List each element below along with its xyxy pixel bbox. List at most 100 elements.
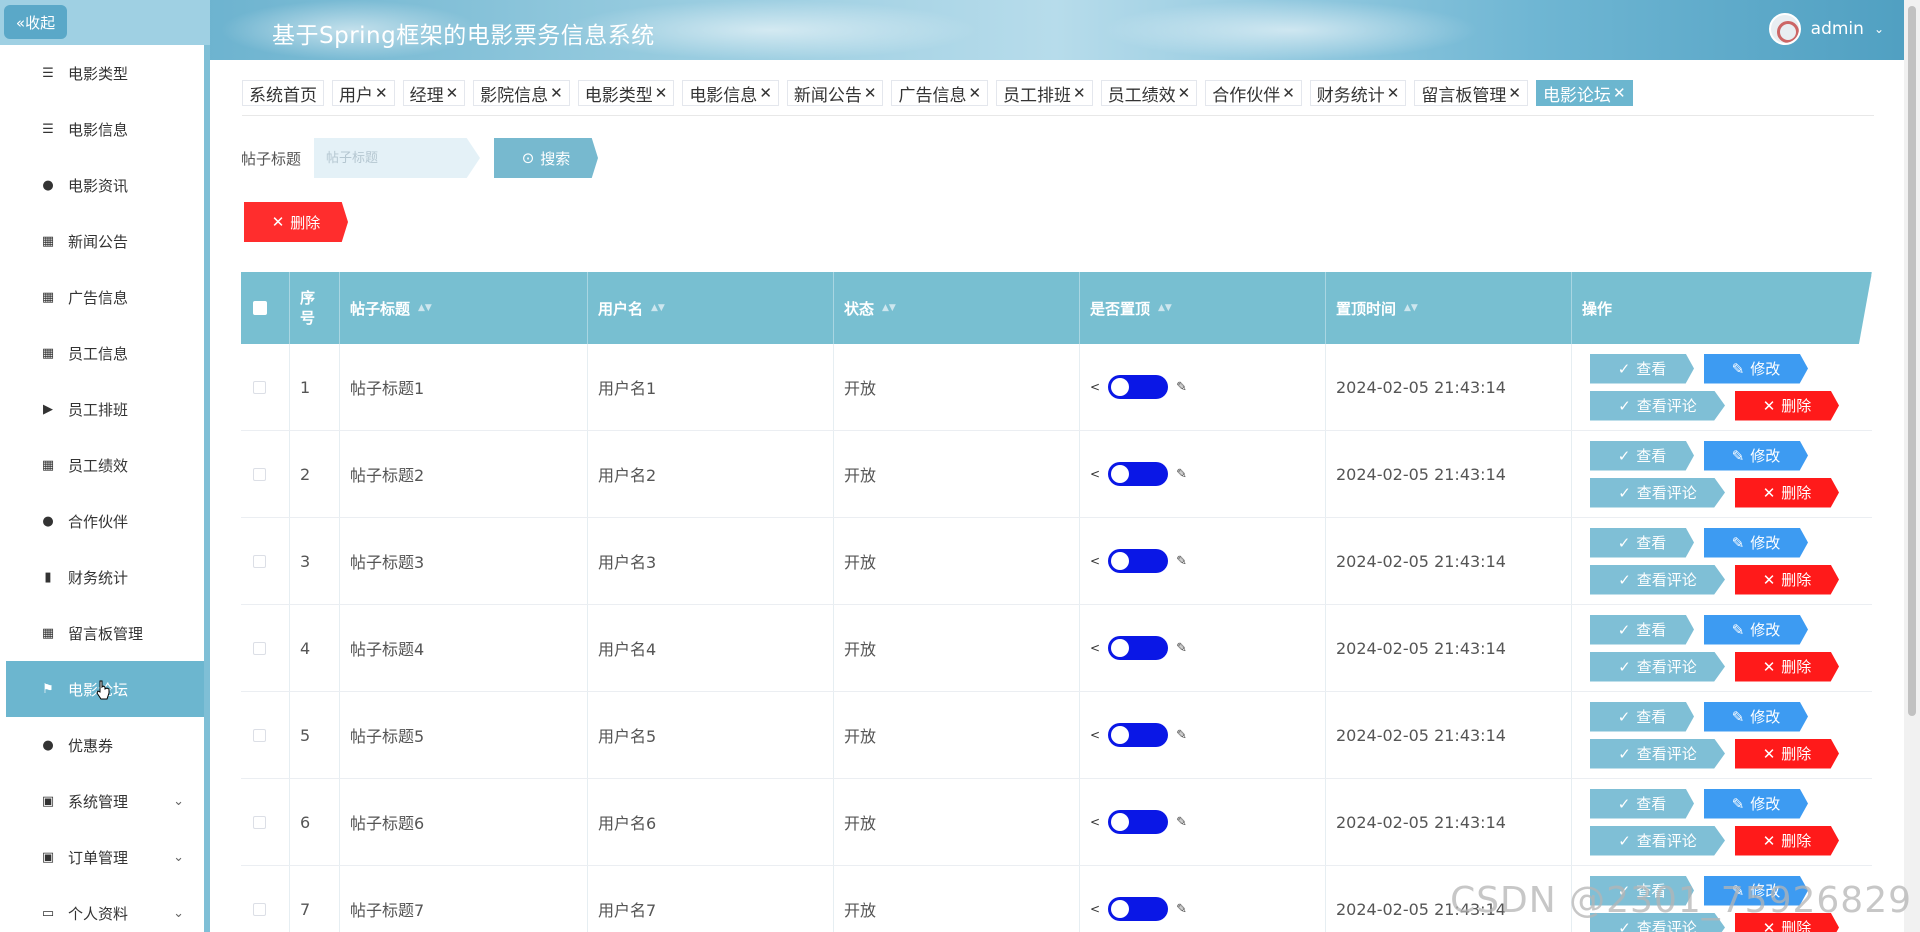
tab-item[interactable]: 合作伙伴 ✕: [1205, 80, 1302, 106]
edit-button[interactable]: ✎ 修改: [1704, 353, 1808, 384]
tab-item[interactable]: 用户 ✕: [332, 80, 395, 106]
header-title[interactable]: 帖子标题 ▲▼: [340, 272, 588, 344]
sidebar-scrollbar[interactable]: [204, 350, 210, 930]
edit-button[interactable]: ✎ 修改: [1704, 701, 1808, 732]
close-icon[interactable]: ✕: [1073, 84, 1086, 102]
sidebar-item[interactable]: ▣ 订单管理 ⌄: [6, 829, 204, 885]
row-select-cell[interactable]: [241, 605, 290, 691]
tab-item[interactable]: 财务统计 ✕: [1309, 80, 1407, 106]
tab-item[interactable]: 影院信息 ✕: [473, 80, 570, 106]
edit-button[interactable]: ✎ 修改: [1704, 440, 1808, 471]
select-all-cell[interactable]: [241, 272, 290, 344]
sidebar-item[interactable]: ▦ 员工信息: [6, 325, 204, 381]
search-input[interactable]: [314, 138, 480, 178]
select-all-checkbox[interactable]: [253, 301, 267, 315]
tab-item[interactable]: 系统首页: [242, 80, 324, 106]
sidebar-item[interactable]: ☰ 电影类型: [6, 45, 204, 101]
pinned-toggle[interactable]: [1108, 897, 1169, 921]
edit-button[interactable]: ✎ 修改: [1704, 788, 1808, 819]
row-delete-button[interactable]: ✕ 删除: [1735, 477, 1839, 508]
edit-button[interactable]: ✎ 修改: [1704, 614, 1808, 645]
row-select-cell[interactable]: [241, 431, 290, 517]
avatar[interactable]: [1768, 13, 1801, 45]
sidebar-item[interactable]: ▭ 个人资料 ⌄: [6, 885, 204, 932]
tab-item[interactable]: 电影类型 ✕: [577, 80, 675, 106]
chevron-down-icon[interactable]: ⌄: [173, 906, 184, 921]
sort-icon[interactable]: ▲▼: [1404, 303, 1418, 313]
edit-pen-icon[interactable]: ✎: [1176, 815, 1187, 830]
view-button[interactable]: ✓ 查看: [1590, 527, 1694, 558]
row-select-cell[interactable]: [241, 692, 290, 778]
view-comments-button[interactable]: ✓ 查看评论: [1590, 738, 1725, 769]
header-pinned[interactable]: 是否置顶 ▲▼: [1080, 272, 1326, 344]
row-select-cell[interactable]: [241, 518, 290, 604]
batch-delete-button[interactable]: ✕ 删除: [244, 202, 348, 242]
header-user[interactable]: 用户名 ▲▼: [588, 272, 834, 344]
chevron-down-icon[interactable]: ⌄: [173, 850, 184, 865]
row-delete-button[interactable]: ✕ 删除: [1735, 651, 1839, 682]
close-icon[interactable]: ✕: [375, 84, 388, 102]
view-comments-button[interactable]: ✓ 查看评论: [1590, 825, 1725, 856]
view-button[interactable]: ✓ 查看: [1590, 440, 1694, 471]
search-button[interactable]: ⊙ 搜索: [494, 138, 598, 178]
sidebar-item[interactable]: ▶ 员工排班: [6, 381, 204, 437]
tab-item[interactable]: 新闻公告 ✕: [786, 80, 884, 106]
view-button[interactable]: ✓ 查看: [1590, 353, 1694, 384]
close-icon[interactable]: ✕: [1282, 84, 1295, 102]
close-icon[interactable]: ✕: [446, 84, 459, 102]
row-select-cell[interactable]: [241, 779, 290, 865]
view-comments-button[interactable]: ✓ 查看评论: [1590, 564, 1725, 595]
pinned-toggle[interactable]: [1108, 375, 1169, 399]
row-select-cell[interactable]: [241, 866, 290, 932]
username[interactable]: admin: [1811, 19, 1864, 39]
sort-icon[interactable]: ▲▼: [418, 303, 432, 313]
close-icon[interactable]: ✕: [1508, 84, 1521, 102]
close-icon[interactable]: ✕: [550, 84, 563, 102]
row-delete-button[interactable]: ✕ 删除: [1735, 738, 1839, 769]
chevron-down-icon[interactable]: ⌄: [173, 794, 184, 809]
edit-pen-icon[interactable]: ✎: [1176, 467, 1187, 482]
tab-item[interactable]: 广告信息 ✕: [891, 80, 989, 106]
header-pin-time[interactable]: 置顶时间 ▲▼: [1326, 272, 1572, 344]
tab-item[interactable]: 电影信息 ✕: [682, 80, 779, 106]
close-icon[interactable]: ✕: [1178, 84, 1191, 102]
close-icon[interactable]: ✕: [655, 84, 668, 102]
view-comments-button[interactable]: ✓ 查看评论: [1590, 477, 1725, 508]
tab-item[interactable]: 电影论坛 ✕: [1535, 80, 1633, 106]
sort-icon[interactable]: ▲▼: [1158, 303, 1172, 313]
row-checkbox[interactable]: [253, 380, 266, 394]
view-button[interactable]: ✓ 查看: [1590, 701, 1694, 732]
edit-pen-icon[interactable]: ✎: [1176, 554, 1187, 569]
sidebar-item[interactable]: ▦ 新闻公告: [6, 213, 204, 269]
view-comments-button[interactable]: ✓ 查看评论: [1590, 651, 1725, 682]
collapse-button[interactable]: «收起: [4, 5, 67, 39]
row-select-cell[interactable]: [241, 344, 290, 430]
close-icon[interactable]: ✕: [1387, 84, 1400, 102]
pinned-toggle[interactable]: [1108, 549, 1169, 573]
tab-item[interactable]: 经理 ✕: [402, 80, 466, 106]
pinned-toggle[interactable]: [1108, 810, 1169, 834]
row-checkbox[interactable]: [253, 641, 266, 655]
row-checkbox[interactable]: [253, 902, 266, 916]
chevron-down-icon[interactable]: ⌄: [1874, 22, 1884, 36]
edit-button[interactable]: ✎ 修改: [1704, 527, 1808, 558]
sort-icon[interactable]: ▲▼: [882, 303, 896, 313]
edit-pen-icon[interactable]: ✎: [1176, 380, 1187, 395]
row-checkbox[interactable]: [253, 554, 266, 568]
edit-pen-icon[interactable]: ✎: [1176, 728, 1187, 743]
tab-item[interactable]: 员工排班 ✕: [996, 80, 1093, 106]
view-button[interactable]: ✓ 查看: [1590, 788, 1694, 819]
sidebar-item[interactable]: ▣ 系统管理 ⌄: [6, 773, 204, 829]
close-icon[interactable]: ✕: [864, 84, 877, 102]
header-status[interactable]: 状态 ▲▼: [834, 272, 1080, 344]
tab-item[interactable]: 留言板管理 ✕: [1414, 80, 1528, 106]
close-icon[interactable]: ✕: [968, 84, 981, 102]
row-checkbox[interactable]: [253, 467, 266, 481]
page-scrollbar-thumb[interactable]: [1908, 6, 1916, 716]
row-checkbox[interactable]: [253, 815, 266, 829]
close-icon[interactable]: ✕: [1613, 84, 1626, 102]
user-menu[interactable]: admin ⌄: [1768, 13, 1884, 45]
sidebar-item[interactable]: ● 电影资讯: [6, 157, 204, 213]
sidebar-item[interactable]: ● 优惠券: [6, 717, 204, 773]
pinned-toggle[interactable]: [1108, 636, 1169, 660]
